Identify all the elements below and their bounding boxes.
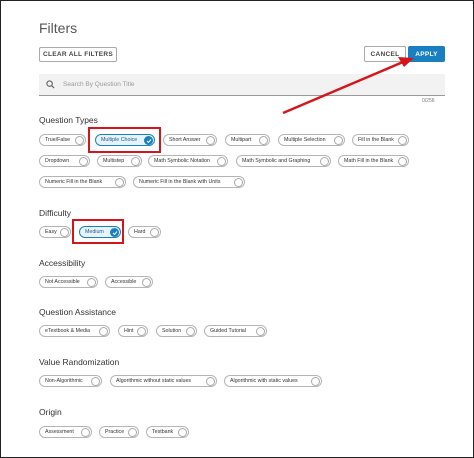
chip-guided-tutorial[interactable]: Guided Tutorial <box>204 325 267 337</box>
chip-label: Algorithmic with static values <box>230 378 298 384</box>
clear-all-filters-button[interactable]: CLEAR ALL FILTERS <box>39 47 117 62</box>
chip-label: Easy <box>45 229 57 235</box>
chip-label: Multiple Selection <box>284 137 326 143</box>
check-icon <box>110 228 119 237</box>
radio-circle <box>320 157 329 166</box>
chip-label: Guided Tutorial <box>210 328 246 334</box>
check-icon <box>144 136 153 145</box>
chip-label: Numeric Fill in the Blank <box>45 179 103 185</box>
chip-label: Practice <box>105 429 125 435</box>
search-icon <box>45 80 55 90</box>
chip-label: Testbank <box>152 429 174 435</box>
chip-hard[interactable]: Hard <box>128 226 161 238</box>
chip-hint[interactable]: Hint <box>118 325 148 337</box>
difficulty-heading: Difficulty <box>39 208 71 218</box>
radio-circle <box>256 327 265 336</box>
chip-not-accessible[interactable]: Not Accessible <box>39 276 98 288</box>
chip-label: Medium <box>85 229 104 235</box>
radio-circle <box>60 228 69 237</box>
chip-label: Math Symbolic and Graphing <box>242 158 311 164</box>
chip-algorithmic-with-static[interactable]: Algorithmic with static values <box>224 375 322 387</box>
radio-circle <box>334 136 343 145</box>
chip-label: Numeric Fill in the Blank with Units <box>139 179 221 185</box>
search-input[interactable] <box>63 81 403 88</box>
radio-circle <box>311 377 320 386</box>
chip-true-false[interactable]: True/False <box>39 134 86 146</box>
radio-circle <box>81 428 90 437</box>
chip-label: Algorithmic without static values <box>116 378 192 384</box>
chip-practice[interactable]: Practice <box>99 426 139 438</box>
chip-dropdown[interactable]: Dropdown <box>39 155 90 167</box>
radio-circle <box>234 178 243 187</box>
chip-numeric-fill-in-the-blank-units[interactable]: Numeric Fill in the Blank with Units <box>133 176 245 188</box>
chip-label: True/False <box>45 137 71 143</box>
cancel-button[interactable]: CANCEL <box>364 46 406 62</box>
radio-circle <box>398 157 407 166</box>
radio-circle <box>115 178 124 187</box>
chip-label: eTextbook & Media <box>45 328 91 334</box>
chip-label: Dropdown <box>45 158 70 164</box>
page-title: Filters <box>39 20 78 36</box>
radio-circle <box>131 157 140 166</box>
chip-label: Hard <box>134 229 146 235</box>
chip-label: Hint <box>124 328 134 334</box>
radio-circle <box>91 377 100 386</box>
radio-circle <box>99 327 108 336</box>
radio-circle <box>79 157 88 166</box>
chip-label: Non-Algorithmic <box>45 378 83 384</box>
chip-easy[interactable]: Easy <box>39 226 71 238</box>
radio-circle <box>128 428 137 437</box>
chip-algorithmic-without-static[interactable]: Algorithmic without static values <box>110 375 217 387</box>
chip-label: Multiple Choice <box>101 137 138 143</box>
chip-math-symbolic-notation[interactable]: Math Symbolic Notation <box>148 155 228 167</box>
accessibility-heading: Accessibility <box>39 258 86 268</box>
chip-testbank[interactable]: Testbank <box>146 426 189 438</box>
chip-etextbook-media[interactable]: eTextbook & Media <box>39 325 110 337</box>
radio-circle <box>150 228 159 237</box>
chip-label: Not Accessible <box>45 279 80 285</box>
chip-non-algorithmic[interactable]: Non-Algorithmic <box>39 375 102 387</box>
apply-button[interactable]: APPLY <box>408 46 445 62</box>
radio-circle <box>206 136 215 145</box>
search-bar <box>39 74 445 96</box>
chip-medium[interactable]: Medium <box>79 226 121 238</box>
chip-solution[interactable]: Solution <box>156 325 197 337</box>
chip-label: Assessment <box>45 429 74 435</box>
chip-label: Multistep <box>103 158 125 164</box>
chip-multiple-selection[interactable]: Multiple Selection <box>278 134 345 146</box>
chip-label: Solution <box>162 328 182 334</box>
radio-circle <box>206 377 215 386</box>
radio-circle <box>75 136 84 145</box>
character-counter: 0/256 <box>422 98 435 104</box>
chip-label: Fill in the Blank <box>358 137 394 143</box>
chip-math-symbolic-graphing[interactable]: Math Symbolic and Graphing <box>236 155 331 167</box>
chip-label: Multipart <box>231 137 252 143</box>
question-assistance-heading: Question Assistance <box>39 307 117 317</box>
radio-circle <box>87 278 96 287</box>
chip-label: Math Symbolic Notation <box>154 158 210 164</box>
chip-label: Short Answer <box>169 137 201 143</box>
chip-label: Accessible <box>111 279 137 285</box>
radio-circle <box>142 278 151 287</box>
chip-label: Math Fill in the Blank <box>344 158 394 164</box>
chip-assessment[interactable]: Assessment <box>39 426 92 438</box>
question-types-heading: Question Types <box>39 115 98 125</box>
chip-accessible[interactable]: Accessible <box>105 276 153 288</box>
chip-multistep[interactable]: Multistep <box>97 155 142 167</box>
chip-numeric-fill-in-the-blank[interactable]: Numeric Fill in the Blank <box>39 176 126 188</box>
chip-short-answer[interactable]: Short Answer <box>163 134 217 146</box>
radio-circle <box>186 327 195 336</box>
chip-multipart[interactable]: Multipart <box>225 134 270 146</box>
radio-circle <box>398 136 407 145</box>
radio-circle <box>178 428 187 437</box>
value-randomization-heading: Value Randomization <box>39 357 120 367</box>
filters-panel <box>0 0 474 458</box>
radio-circle <box>217 157 226 166</box>
radio-circle <box>259 136 268 145</box>
chip-multiple-choice[interactable]: Multiple Choice <box>95 134 155 146</box>
chip-fill-in-the-blank[interactable]: Fill in the Blank <box>352 134 409 146</box>
chip-math-fill-in-the-blank[interactable]: Math Fill in the Blank <box>338 155 409 167</box>
radio-circle <box>137 327 146 336</box>
origin-heading: Origin <box>39 407 62 417</box>
